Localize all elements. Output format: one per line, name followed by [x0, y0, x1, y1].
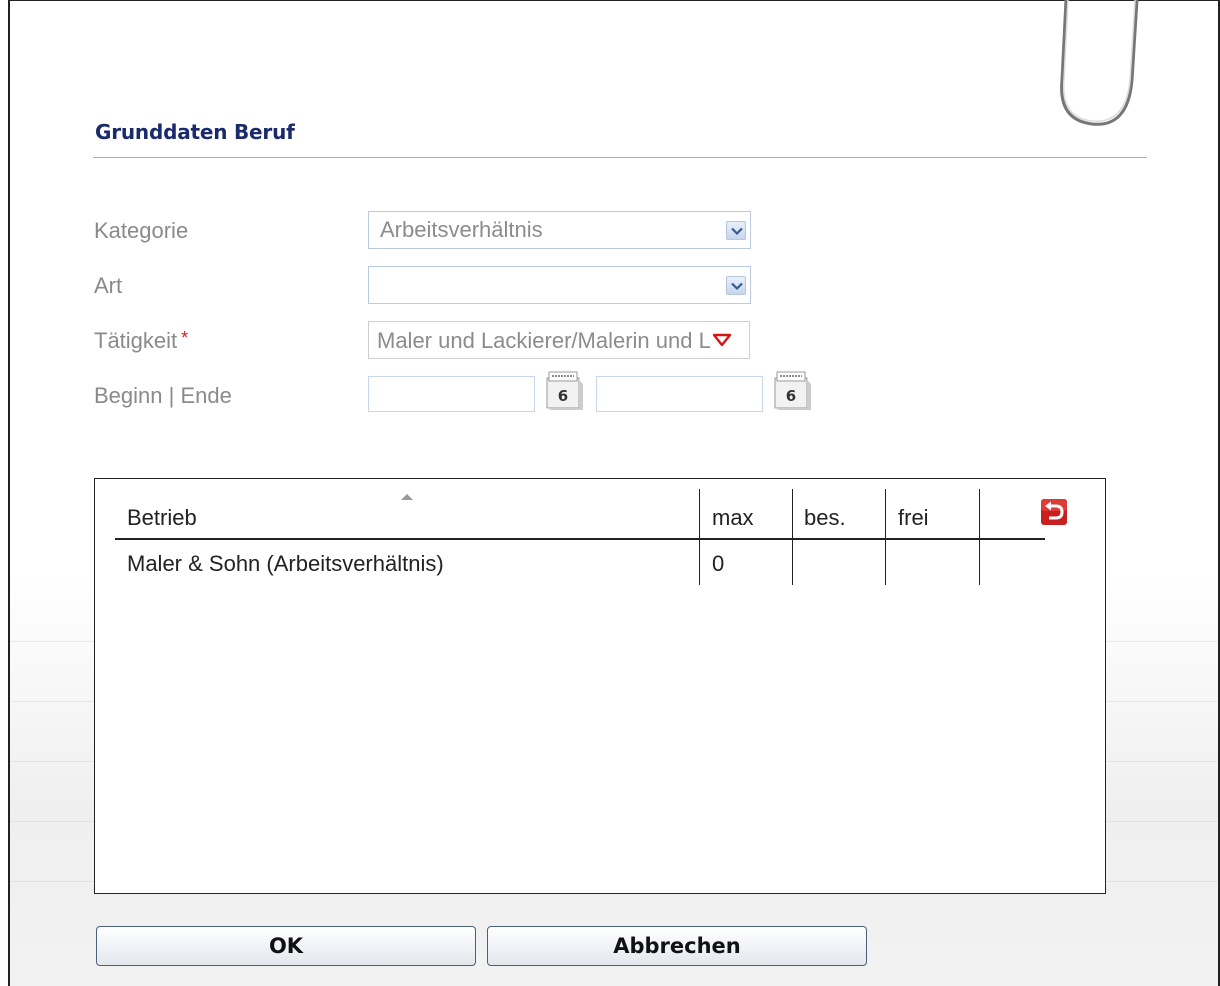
betrieb-table[interactable]: Betrieb max bes. frei Maler & Sohn (Arbe… [94, 478, 1106, 894]
ende-date-input[interactable] [596, 376, 763, 412]
cell-max: 0 [712, 551, 725, 576]
taetigkeit-label: Tätigkeit * [94, 328, 189, 353]
art-label: Art [94, 273, 123, 298]
cancel-button[interactable]: Abbrechen [487, 926, 867, 966]
column-divider [979, 489, 980, 585]
svg-text:6: 6 [786, 387, 796, 405]
kategorie-label: Kategorie [94, 218, 189, 243]
column-header-max[interactable]: max [712, 505, 754, 531]
column-header-frei[interactable]: frei [898, 505, 929, 531]
page-title: Grunddaten Beruf [95, 120, 295, 144]
column-divider [699, 489, 700, 585]
paperclip-icon [1060, 0, 1139, 126]
sort-asc-icon[interactable] [400, 493, 414, 501]
column-header-betrieb[interactable]: Betrieb [127, 505, 197, 531]
beginn-ende-label: Beginn | Ende [94, 383, 232, 408]
column-divider [792, 489, 793, 585]
column-divider [885, 489, 886, 585]
beginn-date-input[interactable] [368, 376, 535, 412]
taetigkeit-value: Maler und Lackierer/Malerin und Lackiere… [377, 328, 712, 353]
kategorie-value: Arbeitsverhältnis [380, 217, 543, 242]
chevron-down-icon[interactable] [726, 276, 746, 295]
required-marker: * [181, 328, 189, 348]
chevron-down-icon[interactable] [726, 221, 746, 240]
title-divider [93, 157, 1147, 158]
calendar-icon[interactable]: 6 [770, 368, 814, 412]
ok-button[interactable]: OK [96, 926, 476, 966]
undo-icon[interactable] [1041, 499, 1067, 525]
cell-betrieb: Maler & Sohn (Arbeitsverhältnis) [127, 551, 444, 576]
kategorie-select[interactable]: Arbeitsverhältnis [368, 211, 751, 249]
calendar-icon[interactable]: 6 [542, 368, 586, 412]
svg-text:6: 6 [558, 387, 568, 405]
taetigkeit-combobox[interactable]: Maler und Lackierer/Malerin und Lackiere… [368, 321, 750, 359]
column-header-bes[interactable]: bes. [804, 505, 846, 531]
triangle-down-icon[interactable] [712, 333, 732, 347]
art-select[interactable] [368, 266, 751, 304]
header-divider [115, 538, 1045, 540]
